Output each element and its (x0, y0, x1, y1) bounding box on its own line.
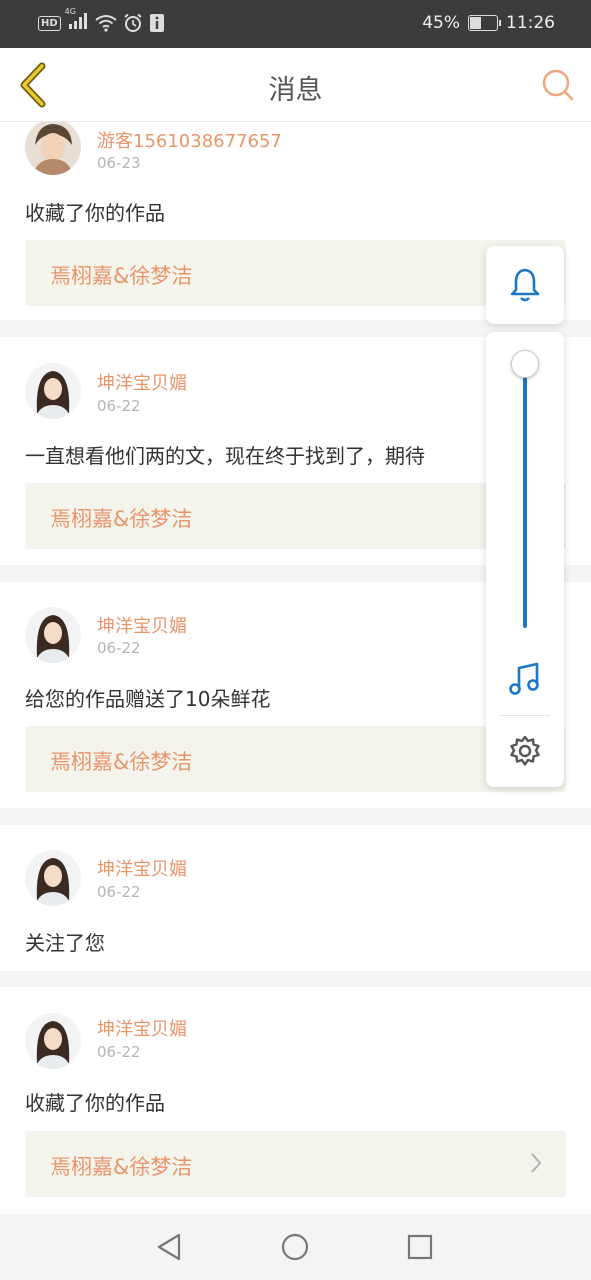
volume-slider-track[interactable] (523, 362, 527, 628)
wifi-icon (95, 15, 117, 32)
message-date: 06-22 (97, 639, 141, 657)
message-text: 一直想看他们两的文，现在终于找到了，期待 (25, 444, 425, 468)
music-note-icon[interactable] (509, 662, 541, 696)
signal-icon: 4G (65, 7, 89, 33)
message-card[interactable]: 坤洋宝贝媚 06-22 收藏了你的作品 焉栩嘉&徐梦洁 (0, 987, 591, 1214)
recents-square-icon[interactable] (403, 1230, 437, 1264)
message-text: 收藏了你的作品 (25, 1091, 165, 1115)
username[interactable]: 坤洋宝贝媚 (97, 369, 187, 395)
work-link[interactable]: 焉栩嘉&徐梦洁 (25, 240, 566, 306)
avatar[interactable] (25, 363, 81, 419)
message-text: 给您的作品赠送了10朵鲜花 (25, 687, 271, 711)
network-type-label: 4G (64, 7, 76, 16)
app-header: 消息 (0, 48, 591, 122)
page-title: 消息 (268, 75, 323, 106)
battery-icon (468, 15, 501, 31)
volume-slider-thumb[interactable] (511, 350, 539, 378)
work-title: 焉栩嘉&徐梦洁 (50, 264, 193, 288)
work-link[interactable]: 焉栩嘉&徐梦洁 (25, 1131, 566, 1197)
notification-icon (149, 14, 164, 32)
message-date: 06-23 (97, 154, 141, 172)
work-title: 焉栩嘉&徐梦洁 (50, 507, 193, 531)
message-date: 06-22 (97, 1043, 141, 1061)
back-triangle-icon[interactable] (153, 1230, 187, 1264)
status-right: 45% 11:26 (422, 13, 555, 33)
bell-icon (510, 268, 540, 302)
work-title: 焉栩嘉&徐梦洁 (50, 1155, 193, 1179)
username[interactable]: 坤洋宝贝媚 (97, 612, 187, 638)
divider (500, 715, 550, 716)
avatar[interactable] (25, 122, 81, 175)
status-bar: HD 4G 45% 11:26 (0, 0, 591, 48)
search-icon[interactable] (541, 68, 575, 102)
username[interactable]: 游客1561038677657 (97, 127, 282, 153)
gear-icon[interactable] (508, 734, 542, 768)
volume-panel (486, 332, 564, 787)
battery-percent: 45% (422, 13, 460, 33)
alarm-icon (124, 13, 142, 32)
avatar[interactable] (25, 850, 81, 906)
username[interactable]: 坤洋宝贝媚 (97, 855, 187, 881)
work-link[interactable]: 焉栩嘉&徐梦洁 (25, 483, 566, 549)
message-text: 收藏了你的作品 (25, 201, 165, 225)
avatar[interactable] (25, 1013, 81, 1069)
message-text: 关注了您 (25, 931, 105, 955)
system-nav-bar (0, 1214, 591, 1280)
home-circle-icon[interactable] (278, 1230, 312, 1264)
work-link[interactable]: 焉栩嘉&徐梦洁 (25, 726, 566, 792)
work-title: 焉栩嘉&徐梦洁 (50, 750, 193, 774)
message-date: 06-22 (97, 883, 141, 901)
username[interactable]: 坤洋宝贝媚 (97, 1015, 187, 1041)
hd-icon: HD (38, 15, 61, 31)
clock: 11:26 (506, 13, 555, 33)
status-left: HD 4G (38, 7, 165, 33)
message-card[interactable]: 坤洋宝贝媚 06-22 关注了您 (0, 825, 591, 971)
ringer-mode-button[interactable] (486, 246, 564, 324)
avatar[interactable] (25, 607, 81, 663)
chevron-right-icon (531, 1153, 542, 1173)
message-date: 06-22 (97, 397, 141, 415)
